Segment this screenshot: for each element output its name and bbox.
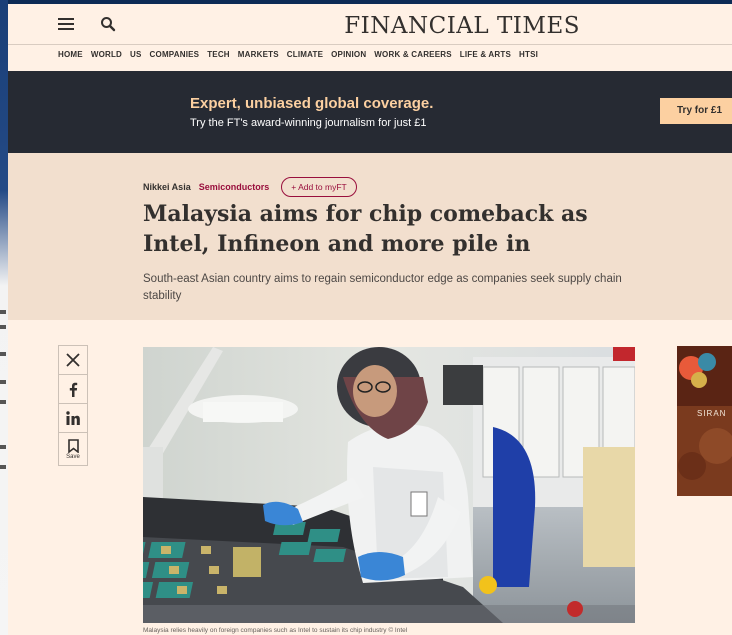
promo-headline: Expert, unbiased global coverage. [190, 95, 434, 112]
background-edge [0, 0, 8, 635]
article-meta: Nikkei Asia Semiconductors + Add to myFT [143, 177, 357, 197]
linkedin-icon [66, 411, 80, 425]
background-tick [0, 352, 6, 356]
nav-item-tech[interactable]: TECH [207, 50, 230, 59]
x-icon [66, 353, 80, 367]
ft-page: FINANCIAL TIMES HOME WORLD US COMPANIES … [8, 4, 732, 635]
share-linkedin-button[interactable] [59, 404, 87, 433]
promo-subtext: Try the FT's award-winning journalism fo… [190, 117, 427, 129]
side-advertisement[interactable]: SIRAN [677, 346, 732, 496]
site-header: FINANCIAL TIMES [8, 4, 732, 44]
background-tick [0, 445, 6, 449]
ft-logo[interactable]: FINANCIAL TIMES [344, 13, 580, 39]
nav-item-companies[interactable]: COMPANIES [150, 50, 200, 59]
header-divider [8, 44, 732, 45]
background-tick [0, 465, 6, 469]
background-tick [0, 380, 6, 384]
article-header: Nikkei Asia Semiconductors + Add to myFT… [8, 153, 732, 320]
article-hero-image [143, 347, 635, 623]
background-tick [0, 325, 6, 329]
search-icon[interactable] [100, 16, 116, 32]
nav-item-home[interactable]: HOME [58, 50, 83, 59]
nav-item-htsi[interactable]: HTSI [519, 50, 538, 59]
add-to-myft-button[interactable]: + Add to myFT [281, 177, 357, 197]
share-toolbar: Save [58, 345, 88, 466]
article-standfirst: South-east Asian country aims to regain … [143, 273, 622, 302]
article-source[interactable]: Nikkei Asia [143, 182, 191, 192]
subscription-promo-banner: Expert, unbiased global coverage. Try th… [8, 71, 732, 153]
nav-item-opinion[interactable]: OPINION [331, 50, 366, 59]
nav-item-world[interactable]: WORLD [91, 50, 122, 59]
bookmark-icon [67, 438, 79, 453]
share-x-button[interactable] [59, 346, 87, 375]
background-tick [0, 310, 6, 314]
image-caption: Malaysia relies heavily on foreign compa… [143, 627, 408, 634]
article-headline: Malaysia aims for chip comeback as Intel… [143, 201, 588, 257]
ad-text: SIRAN [697, 409, 726, 418]
background-tick [0, 400, 6, 404]
hamburger-menu-icon[interactable] [58, 18, 74, 30]
nav-item-work-careers[interactable]: WORK & CAREERS [374, 50, 451, 59]
nav-item-markets[interactable]: MARKETS [238, 50, 279, 59]
nav-item-us[interactable]: US [130, 50, 142, 59]
facebook-icon [69, 382, 78, 397]
main-nav: HOME WORLD US COMPANIES TECH MARKETS CLI… [58, 50, 538, 59]
nav-item-life-arts[interactable]: LIFE & ARTS [460, 50, 511, 59]
nav-item-climate[interactable]: CLIMATE [287, 50, 323, 59]
save-label: Save [66, 453, 80, 460]
try-for-one-pound-button[interactable]: Try for £1 [660, 98, 732, 124]
share-facebook-button[interactable] [59, 375, 87, 404]
save-article-button[interactable]: Save [59, 433, 87, 465]
article-topic-link[interactable]: Semiconductors [199, 182, 270, 192]
